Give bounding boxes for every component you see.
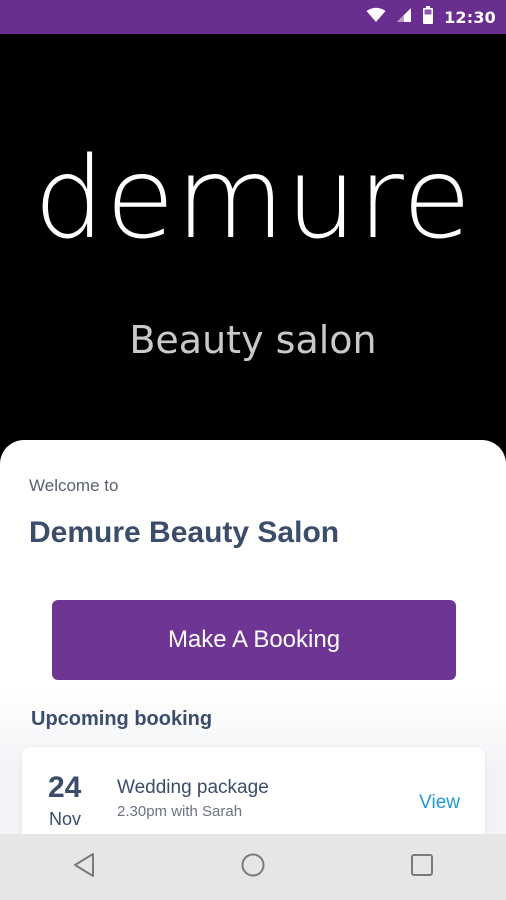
status-time: 12:30: [444, 7, 496, 27]
status-icons: 12:30: [366, 0, 496, 34]
status-bar: 12:30: [0, 0, 506, 34]
navigation-bar: [0, 834, 506, 900]
booking-service: Wedding package: [117, 777, 269, 798]
wifi-icon: [366, 7, 386, 28]
make-booking-button[interactable]: Make A Booking: [52, 600, 456, 680]
battery-icon: [422, 5, 434, 29]
view-booking-link[interactable]: View: [419, 792, 460, 814]
welcome-card: Welcome to Demure Beauty Salon Make A Bo…: [0, 440, 506, 834]
hero-banner: demure Beauty salon: [0, 34, 506, 454]
upcoming-booking-title: Upcoming booking: [31, 708, 213, 730]
booking-date-month: Nov: [49, 809, 82, 829]
booking-date-day: 24: [48, 771, 82, 804]
logo-subtitle: Beauty salon: [129, 318, 377, 362]
logo-wordmark: demure: [33, 134, 473, 264]
home-icon: [240, 852, 266, 883]
welcome-label: Welcome to: [29, 476, 119, 495]
home-button[interactable]: [218, 834, 288, 900]
back-button[interactable]: [49, 834, 119, 900]
recents-icon: [410, 853, 434, 882]
booking-detail: 2.30pm with Sarah: [117, 803, 243, 820]
cellular-signal-icon: [396, 7, 412, 28]
upcoming-booking-card[interactable]: 24 Nov Wedding package 2.30pm with Sarah…: [22, 747, 485, 834]
back-icon: [72, 852, 96, 883]
salon-name: Demure Beauty Salon: [29, 516, 340, 549]
recents-button[interactable]: [387, 834, 457, 900]
